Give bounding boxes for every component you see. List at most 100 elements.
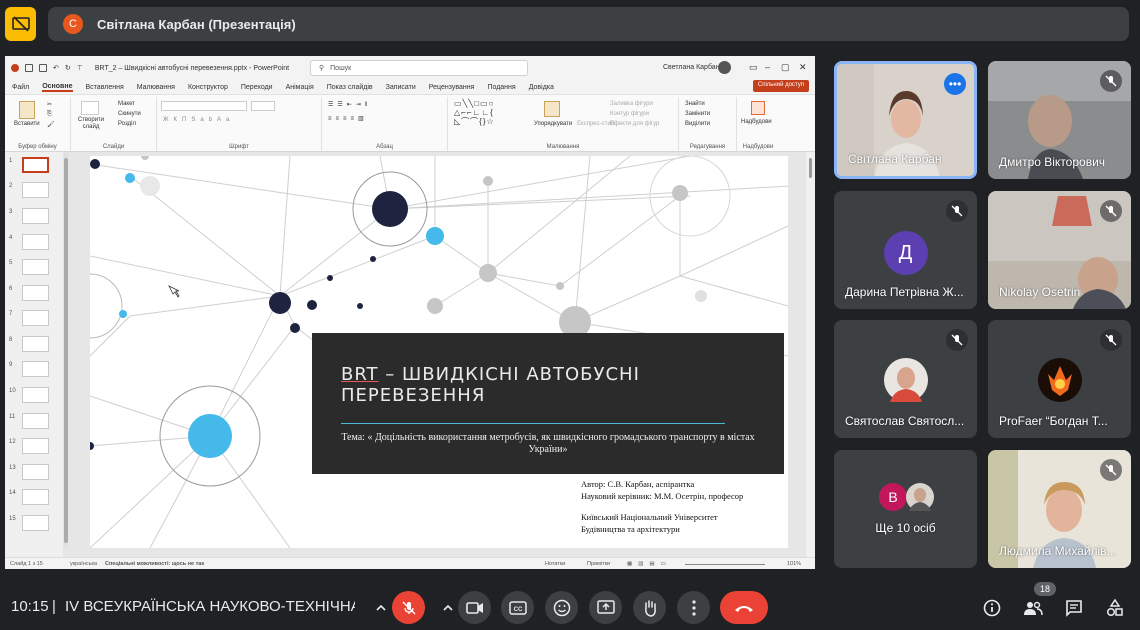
slide-canvas[interactable]: BRT – ШВИДКІСНІ АВТОБУСНІ ПЕРЕВЕЗЕННЯ Те… xyxy=(90,156,788,548)
tab-animations[interactable]: Анімація xyxy=(286,84,314,91)
slide-thumbnail[interactable] xyxy=(22,285,49,301)
new-slide-icon[interactable] xyxy=(81,101,99,115)
slide-thumbnail[interactable] xyxy=(22,208,49,224)
list-icons[interactable]: ☰☰⇤⇥‖ xyxy=(328,101,371,108)
maximize-icon[interactable]: ▢ xyxy=(781,62,790,73)
tab-file[interactable]: Файл xyxy=(12,84,29,91)
undo-icon[interactable]: ↶ xyxy=(53,64,59,72)
paste-button[interactable]: Вставити xyxy=(14,121,40,127)
arrange-icon[interactable] xyxy=(544,101,560,117)
tab-slideshow[interactable]: Показ слайдів xyxy=(327,84,373,91)
slide-thumbnail[interactable] xyxy=(22,489,49,505)
shape-outline-button[interactable]: Контур фігури xyxy=(610,111,649,117)
accessibility-status[interactable]: Спеціальні можливості: щось не так xyxy=(105,561,204,567)
section-button[interactable]: Розділ xyxy=(118,121,136,127)
copy-icon[interactable]: ⎘ xyxy=(47,111,52,118)
tab-design[interactable]: Конструктор xyxy=(188,84,228,91)
slide-thumbnail[interactable] xyxy=(22,234,49,250)
participant-tile[interactable]: Святослав Святосл... xyxy=(834,320,977,438)
stop-presenting-icon[interactable] xyxy=(5,7,36,41)
tab-review[interactable]: Рецензування xyxy=(429,84,475,91)
font-format-icons[interactable]: ЖКПSabAa xyxy=(163,117,234,123)
slide-thumbnail[interactable] xyxy=(22,413,49,429)
shapes-gallery-icon[interactable]: ▭╲╲□▭○ △⌐⌐∟∟{◺⌒⌒{}☆ xyxy=(454,99,495,126)
slide-author-block[interactable]: Автор: С.В. Карбан, аспірантка Науковий … xyxy=(581,478,743,535)
tab-transitions[interactable]: Переходи xyxy=(241,84,273,91)
new-slide-button[interactable]: Створити слайд xyxy=(76,117,106,131)
slide-scrollbar[interactable] xyxy=(806,152,815,557)
raise-hand-button[interactable] xyxy=(633,591,666,624)
tab-draw[interactable]: Малювання xyxy=(137,84,175,91)
redo-icon[interactable]: ↻ xyxy=(65,64,71,72)
find-button[interactable]: Знайти xyxy=(685,101,705,107)
slide-thumbnail[interactable] xyxy=(22,259,49,275)
language-indicator[interactable]: українська xyxy=(70,561,97,567)
participant-tile[interactable]: Дмитро Вікторович xyxy=(988,61,1131,179)
zoom-slider[interactable] xyxy=(685,564,765,565)
video-options-chevron-icon[interactable] xyxy=(437,591,459,624)
camera-toggle-button[interactable] xyxy=(458,591,491,624)
more-options-icon[interactable]: ••• xyxy=(944,73,966,95)
participant-tile[interactable]: Nikolay Osetrin xyxy=(988,191,1131,309)
reactions-button[interactable] xyxy=(545,591,578,624)
tab-help[interactable]: Довідка xyxy=(529,84,554,91)
people-icon[interactable] xyxy=(1021,596,1045,620)
slide-thumbnail[interactable] xyxy=(22,361,49,377)
slide-thumbnail[interactable] xyxy=(22,157,49,173)
save-icon[interactable] xyxy=(39,64,47,72)
align-icons[interactable]: ≡≡≡≡▥ xyxy=(328,115,368,122)
chat-icon[interactable] xyxy=(1062,596,1086,620)
participant-tile[interactable]: Д Дарина Петрівна Ж... xyxy=(834,191,977,309)
view-buttons-icon[interactable]: ▦▥▤▭ xyxy=(627,561,672,567)
leave-call-button[interactable] xyxy=(720,591,768,624)
captions-button[interactable]: CC xyxy=(501,591,534,624)
slide-thumbnail[interactable] xyxy=(22,182,49,198)
close-icon[interactable]: ✕ xyxy=(799,62,807,73)
comments-button[interactable]: Примітки xyxy=(587,561,610,567)
tab-home[interactable]: Основне xyxy=(42,83,73,92)
font-name-dropdown[interactable] xyxy=(161,101,247,111)
share-button[interactable]: Спільний доступ xyxy=(752,80,809,92)
select-button[interactable]: Виділити xyxy=(685,121,710,127)
reset-button[interactable]: Скинути xyxy=(118,111,141,117)
slide-thumbnail[interactable] xyxy=(22,336,49,352)
slide-thumbnail[interactable] xyxy=(22,464,49,480)
ppt-search-box[interactable]: ⚲ Пошук xyxy=(310,60,528,76)
shape-effects-button[interactable]: Ефекти для фігур xyxy=(610,121,659,127)
participant-tile[interactable]: ProFaer “Богдан Т... xyxy=(988,320,1131,438)
activities-icon[interactable] xyxy=(1103,596,1127,620)
arrange-button[interactable]: Упорядкувати xyxy=(534,121,572,127)
tab-insert[interactable]: Вставлення xyxy=(86,84,124,91)
format-painter-icon[interactable]: 🖌 xyxy=(47,121,55,128)
participant-tile[interactable]: Людмила Михайлів... xyxy=(988,450,1131,568)
tab-view[interactable]: Подання xyxy=(487,84,515,91)
notes-button[interactable]: Нотатки xyxy=(545,561,565,567)
font-size-dropdown[interactable] xyxy=(251,101,275,111)
slide-thumbnails-pane[interactable]: 1 2 3 4 5 6 7 8 9 10 11 12 13 14 15 xyxy=(5,152,63,557)
participant-tile-others[interactable]: В Ще 10 осіб xyxy=(834,450,977,568)
slide-thumbnail[interactable] xyxy=(22,438,49,454)
pin-icon[interactable]: ⊤ xyxy=(77,64,83,72)
present-screen-button[interactable] xyxy=(589,591,622,624)
thumbnails-scrollbar[interactable] xyxy=(64,152,68,547)
slide-thumbnail[interactable] xyxy=(22,515,49,531)
tab-record[interactable]: Записати xyxy=(386,84,416,91)
more-options-button[interactable] xyxy=(677,591,710,624)
addins-button[interactable]: Надбудови xyxy=(741,119,772,125)
slide-thumbnail[interactable] xyxy=(22,387,49,403)
paste-icon[interactable] xyxy=(19,101,35,119)
minimize-icon[interactable]: – xyxy=(765,62,770,72)
slide-thumbnail[interactable] xyxy=(22,310,49,326)
slide-title-box[interactable]: BRT – ШВИДКІСНІ АВТОБУСНІ ПЕРЕВЕЗЕННЯ Те… xyxy=(312,333,784,474)
ppt-user-avatar[interactable] xyxy=(718,61,731,74)
cut-icon[interactable]: ✂ xyxy=(47,101,52,108)
zoom-level[interactable]: 101% xyxy=(787,561,801,567)
replace-button[interactable]: Замінити xyxy=(685,111,710,117)
mic-toggle-button[interactable] xyxy=(392,591,425,624)
ribbon-display-icon[interactable]: ▭ xyxy=(749,62,758,73)
participant-tile[interactable]: ••• Світлана Карбан xyxy=(834,61,977,179)
shape-fill-button[interactable]: Заливка фігури xyxy=(610,101,653,107)
meeting-details-icon[interactable] xyxy=(980,596,1004,620)
autosave-icon[interactable] xyxy=(25,64,33,72)
audio-options-chevron-icon[interactable] xyxy=(370,591,392,624)
